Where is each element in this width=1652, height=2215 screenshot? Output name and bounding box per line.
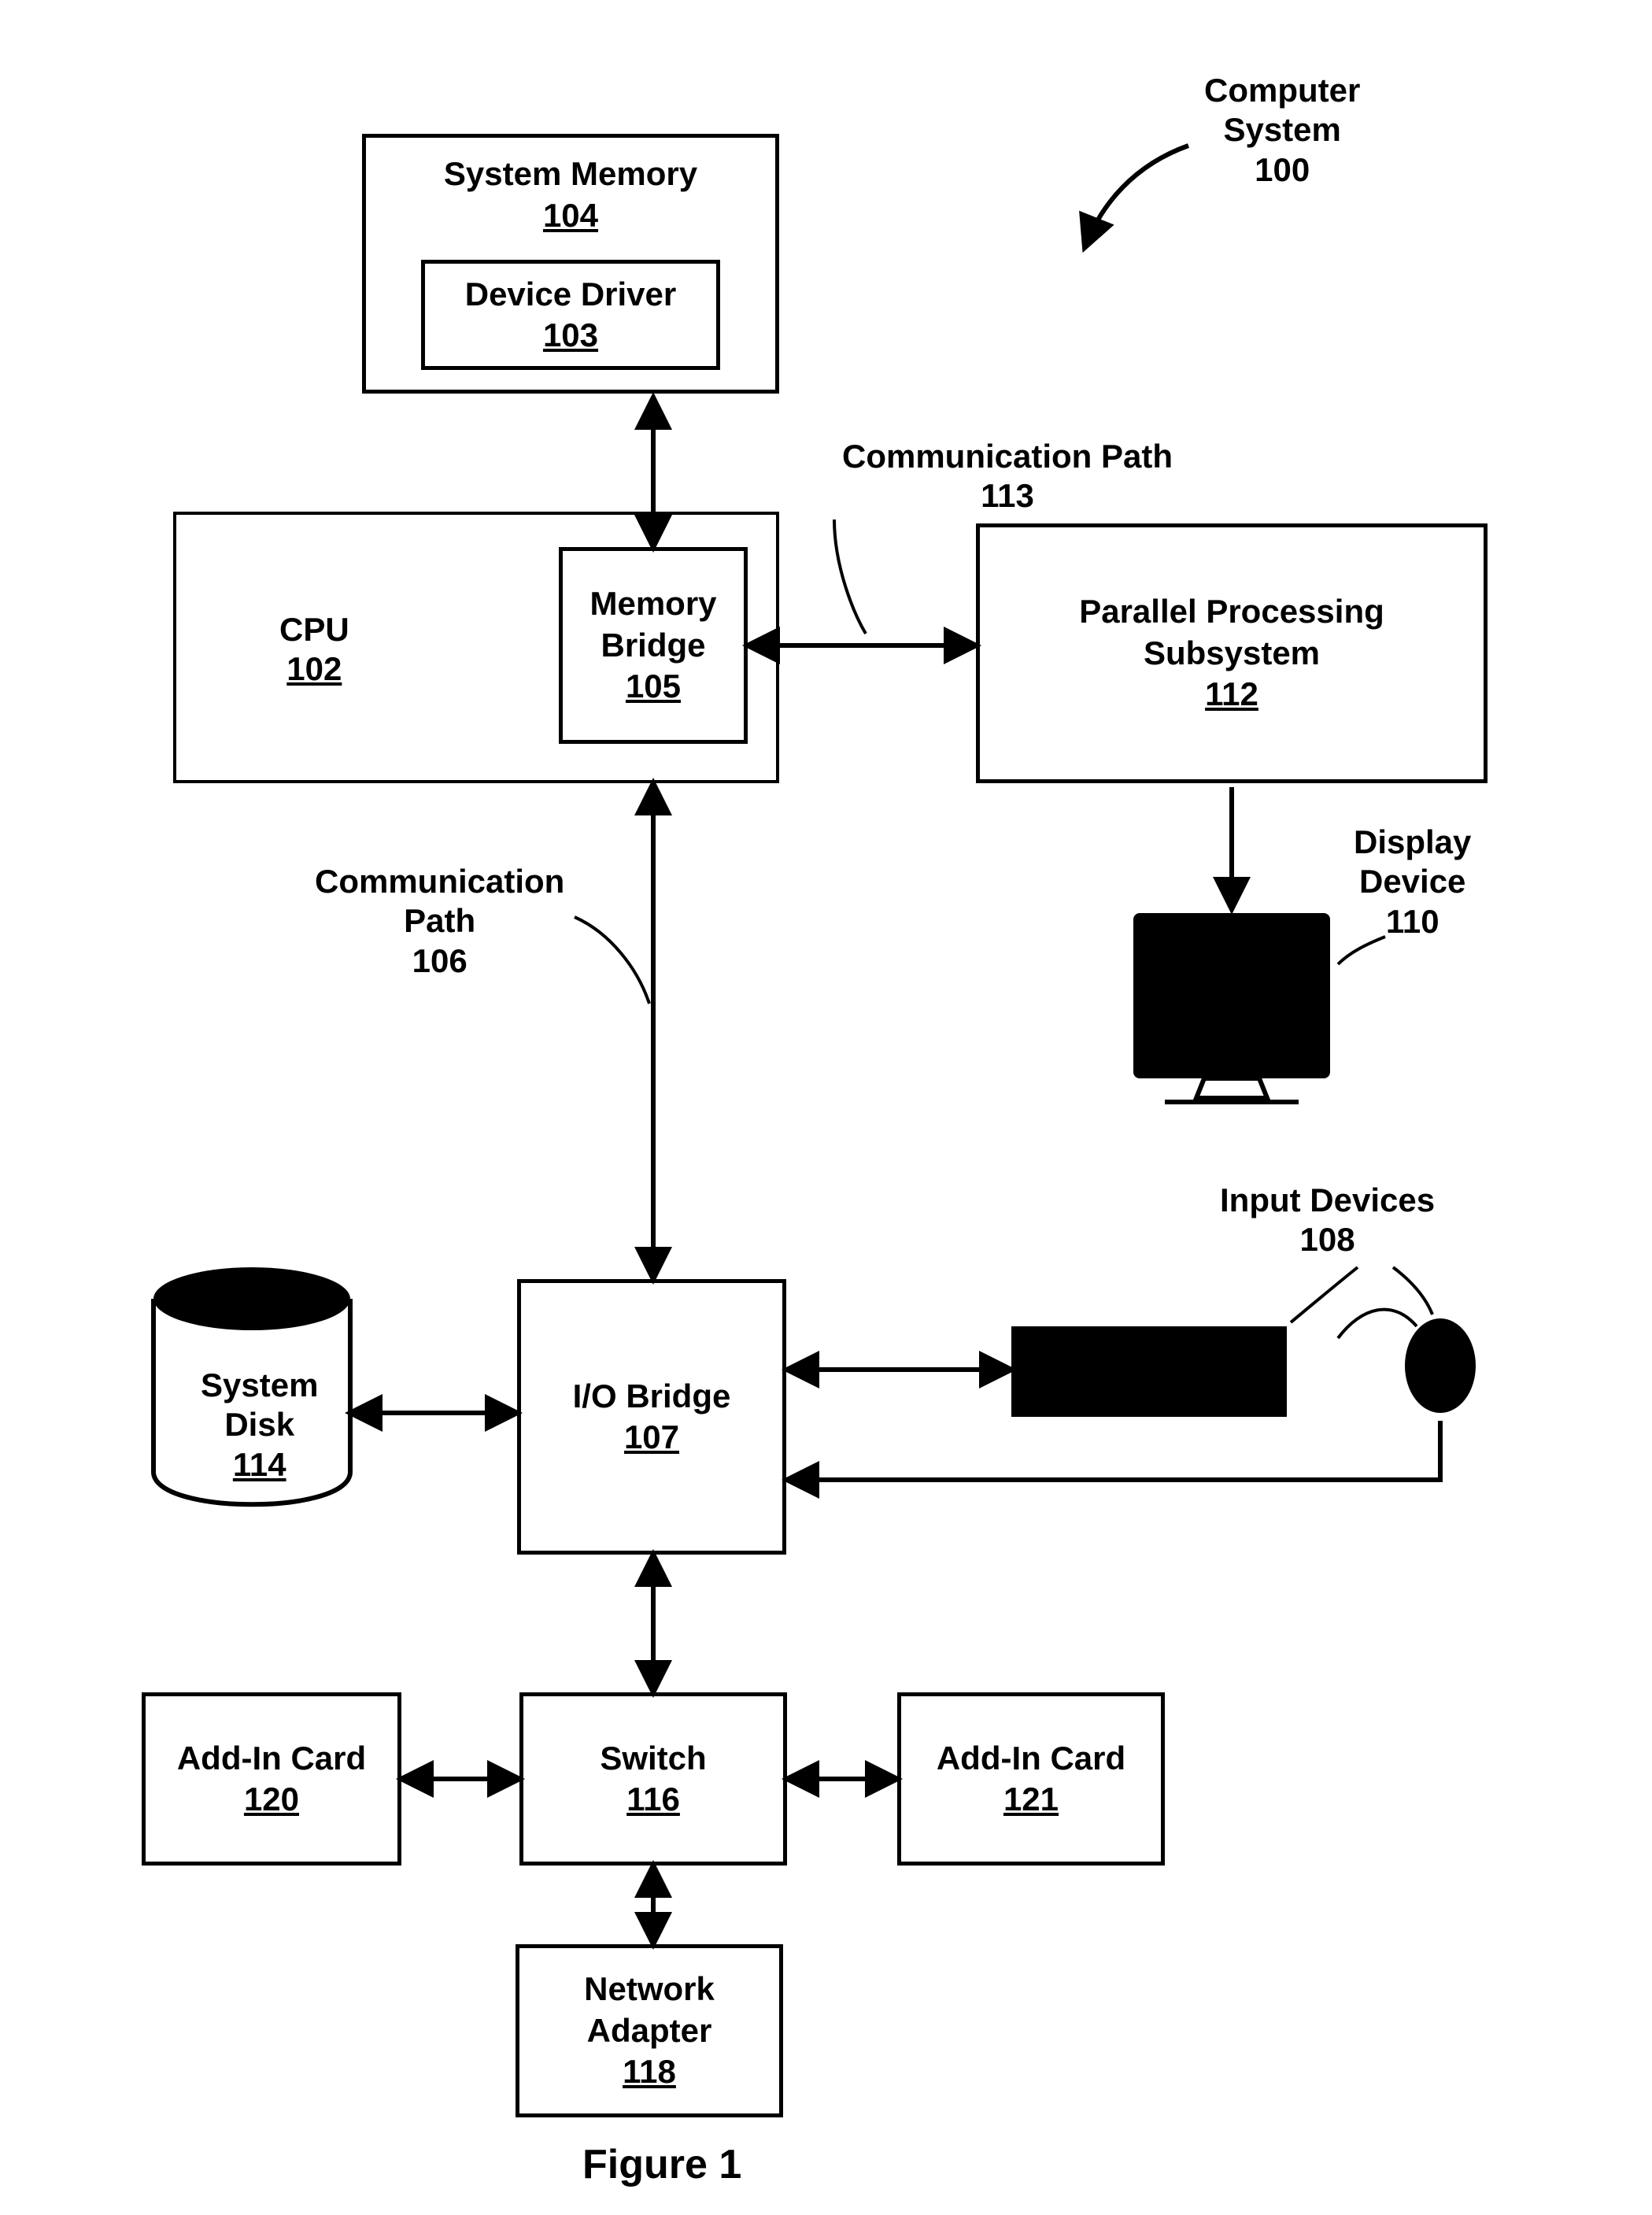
net-adapter-num: 118 xyxy=(584,2051,715,2093)
switch-num: 116 xyxy=(626,1781,680,1817)
switch-name: Switch xyxy=(600,1740,706,1777)
display-device-name2: Device xyxy=(1359,863,1465,900)
device-driver-title: Device Driver 103 xyxy=(465,274,677,357)
system-disk-name2: Disk xyxy=(224,1406,294,1443)
comm-path-113-label: Communication Path 113 xyxy=(842,437,1173,516)
comm-path-106-label: Communication Path 106 xyxy=(315,862,564,981)
net-adapter-name2: Adapter xyxy=(584,2010,715,2052)
system-disk-label: System Disk 114 xyxy=(201,1366,318,1485)
comm-path-113-num: 113 xyxy=(981,477,1034,514)
io-bridge-name: I/O Bridge xyxy=(573,1377,731,1414)
memory-bridge-name1: Memory xyxy=(589,583,716,625)
input-devices-num: 108 xyxy=(1300,1221,1355,1258)
memory-bridge-name2: Bridge xyxy=(589,625,716,667)
net-adapter-name1: Network xyxy=(584,1969,715,2010)
system-title-label: Computer System 100 xyxy=(1204,71,1360,190)
memory-bridge-num: 105 xyxy=(589,666,716,708)
memory-bridge-box: Memory Bridge 105 xyxy=(559,547,748,744)
comm-path-106-num: 106 xyxy=(412,942,468,979)
addin-left-num: 120 xyxy=(244,1781,299,1817)
input-devices-name: Input Devices xyxy=(1220,1181,1435,1218)
addin-right-num: 121 xyxy=(1003,1781,1059,1817)
input-devices-label: Input Devices 108 xyxy=(1220,1181,1435,1260)
system-memory-name: System Memory xyxy=(444,155,697,192)
addin-left-name: Add-In Card xyxy=(177,1740,366,1777)
pps-name1: Parallel Processing xyxy=(1079,591,1384,633)
network-adapter-title: Network Adapter 118 xyxy=(584,1969,715,2093)
cpu-label: CPU 102 xyxy=(279,610,349,690)
title-line2: System xyxy=(1223,111,1340,148)
display-device-label: Display Device 110 xyxy=(1354,823,1471,941)
io-bridge-title: I/O Bridge 107 xyxy=(573,1376,731,1459)
addin-card-right-box: Add-In Card 121 xyxy=(897,1692,1165,1866)
comm-path-106-name1: Communication xyxy=(315,863,564,900)
comm-path-113-name: Communication Path xyxy=(842,438,1173,475)
figure-caption: Figure 1 xyxy=(582,2141,741,2188)
title-line1: Computer xyxy=(1204,72,1360,109)
display-device-name1: Display xyxy=(1354,823,1471,860)
io-bridge-box: I/O Bridge 107 xyxy=(517,1279,786,1555)
system-memory-title: System Memory 104 xyxy=(444,153,697,236)
addin-right-name: Add-In Card xyxy=(937,1740,1125,1777)
addin-left-title: Add-In Card 120 xyxy=(177,1738,366,1821)
device-driver-box: Device Driver 103 xyxy=(421,260,720,370)
pps-box: Parallel Processing Subsystem 112 xyxy=(976,523,1488,783)
arrows-overlay xyxy=(0,0,1652,2215)
display-device-num: 110 xyxy=(1386,903,1439,940)
device-driver-name: Device Driver xyxy=(465,275,677,312)
pps-name2: Subsystem xyxy=(1079,633,1384,675)
cpu-num: 102 xyxy=(286,650,342,687)
memory-bridge-title: Memory Bridge 105 xyxy=(589,583,716,708)
diagram-canvas: Computer System 100 System Memory 104 De… xyxy=(0,0,1652,2215)
comm-path-106-name2: Path xyxy=(404,902,475,939)
system-disk-num: 114 xyxy=(233,1446,286,1483)
device-driver-num: 103 xyxy=(543,316,598,353)
io-bridge-num: 107 xyxy=(624,1418,679,1455)
switch-title: Switch 116 xyxy=(600,1738,706,1821)
pps-title: Parallel Processing Subsystem 112 xyxy=(1079,591,1384,716)
network-adapter-box: Network Adapter 118 xyxy=(516,1944,783,2117)
title-num: 100 xyxy=(1255,151,1310,188)
cpu-name: CPU xyxy=(279,611,349,648)
switch-box: Switch 116 xyxy=(519,1692,787,1866)
addin-right-title: Add-In Card 121 xyxy=(937,1738,1125,1821)
pps-num: 112 xyxy=(1079,674,1384,716)
addin-card-left-box: Add-In Card 120 xyxy=(142,1692,401,1866)
system-memory-num: 104 xyxy=(543,197,598,234)
system-disk-name1: System xyxy=(201,1366,318,1403)
